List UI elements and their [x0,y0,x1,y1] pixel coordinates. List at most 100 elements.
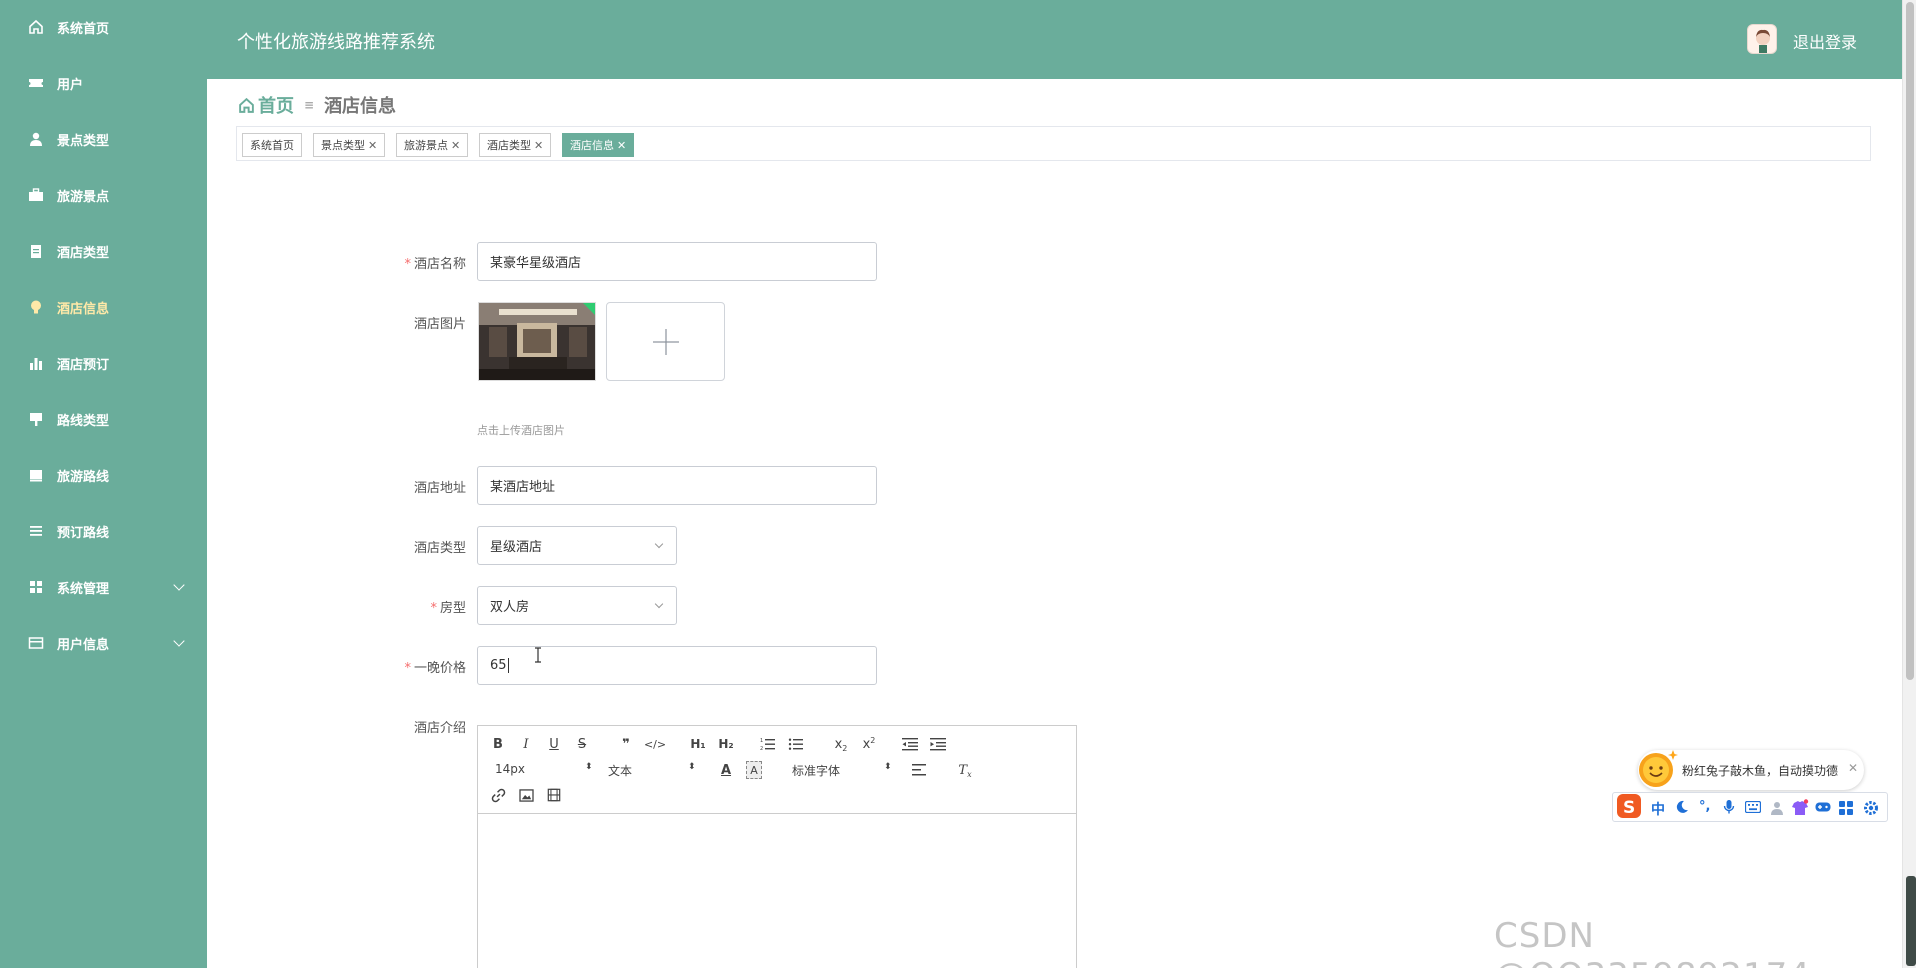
bullet-list-icon[interactable] [788,736,804,752]
underline-icon[interactable]: U [546,736,562,752]
briefcase-icon [28,187,44,203]
ibeam-cursor-icon [535,647,541,663]
sidebar-item-hotel-info[interactable]: 酒店信息 [0,287,207,327]
logout-link[interactable]: 退出登录 [1793,29,1857,53]
sun-mascot-icon [1634,748,1678,796]
keyboard-icon[interactable] [1744,800,1762,817]
sidebar-item-label: 酒店类型 [57,245,110,261]
hotel-name-input[interactable]: 某豪华星级酒店 [477,242,877,281]
hotel-address-label: 酒店地址 [413,481,466,496]
breadcrumb-home-label: 首页 [258,96,294,117]
sogou-logo-icon[interactable]: S [1615,791,1645,825]
bulb-icon [28,299,44,315]
breadcrumb: 首页 ≡ 酒店信息 [238,92,396,118]
chevron-down-icon [654,539,664,549]
apps-grid-icon[interactable] [1839,801,1853,819]
svg-text:2: 2 [760,746,763,751]
tab-label: 系统首页 [250,139,294,152]
background-color-icon[interactable]: A [746,761,762,779]
user-icon[interactable] [1769,800,1785,820]
block-type-select[interactable]: 文本 ⬍ [608,762,696,778]
sidebar-item-label: 路线类型 [57,413,110,429]
close-icon[interactable]: ✕ [534,139,543,152]
gear-icon[interactable] [1863,800,1879,820]
blockquote-icon[interactable]: ❞ [618,736,634,752]
outdent-icon[interactable] [902,736,918,752]
tab-scenic-spot[interactable]: 旅游景点 ✕ [396,133,469,157]
hotel-type-select[interactable]: 星级酒店 [477,526,677,565]
scrollbar-thumb[interactable] [1906,2,1914,680]
indent-icon[interactable] [930,736,946,752]
close-icon[interactable]: ✕ [617,139,626,152]
page-scrollbar[interactable] [1902,0,1916,968]
bold-icon[interactable]: B [490,736,506,752]
heading-1-icon[interactable]: H₁ [688,736,708,752]
image-icon[interactable] [518,787,534,803]
editor-content-area[interactable] [478,814,1076,968]
close-icon[interactable]: ✕ [451,139,460,152]
sidebar-item-route-type[interactable]: 路线类型 [0,399,207,439]
drawer-icon [28,467,44,483]
breadcrumb-home[interactable]: 首页 [238,92,294,118]
card-icon [28,635,44,651]
avatar[interactable] [1747,24,1777,54]
top-header: 个性化旅游线路推荐系统 退出登录 [207,0,1902,79]
ime-language-toggle[interactable]: 中 [1651,799,1665,819]
strikethrough-icon[interactable]: S [574,736,590,752]
tab-scenic-type[interactable]: 景点类型 ✕ [313,133,386,157]
sidebar-item-system-admin[interactable]: 系统管理 [0,567,207,607]
updown-icon: ⬍ [585,762,593,772]
subscript-icon[interactable]: x2 [832,736,850,753]
heading-2-icon[interactable]: H₂ [716,736,736,752]
clear-format-icon[interactable]: Tx [956,761,974,779]
tab-system-home[interactable]: 系统首页 [242,133,302,157]
sidebar-item-scenic-spot[interactable]: 旅游景点 [0,175,207,215]
hotel-image-thumbnail[interactable] [478,302,596,381]
font-family-select[interactable]: 标准字体 ⬍ [792,762,892,778]
sidebar-item-system-home[interactable]: 系统首页 [0,7,207,47]
grid-icon [28,579,44,595]
close-icon[interactable]: ✕ [1848,761,1858,775]
sidebar-item-travel-route[interactable]: 旅游路线 [0,455,207,495]
font-color-icon[interactable]: A [718,761,734,779]
font-size-select[interactable]: 14px ⬍ [495,762,593,778]
user-icon [28,131,44,147]
sidebar-item-user[interactable]: 用户 [0,63,207,103]
chevron-down-icon [654,599,664,609]
sidebar-item-scenic-type[interactable]: 景点类型 [0,119,207,159]
punctuation-icon[interactable]: °, [1699,799,1710,814]
italic-icon[interactable]: I [518,736,534,752]
sidebar-item-hotel-type[interactable]: 酒店类型 [0,231,207,271]
skin-shirt-icon[interactable] [1791,799,1809,821]
updown-icon: ⬍ [688,762,696,772]
watermark: CSDN @QQ3359892174 [1494,916,1810,968]
tab-label: 酒店类型 [487,139,531,152]
link-icon[interactable] [490,787,506,803]
rich-text-editor[interactable]: B I U S ❞ </> H₁ H₂ 12 x2 x2 14px ⬍ 文本 ⬍… [477,725,1077,968]
superscript-icon[interactable]: x2 [860,736,878,752]
room-type-select[interactable]: 双人房 [477,586,677,625]
video-icon[interactable] [546,787,562,803]
tab-hotel-type[interactable]: 酒店类型 ✕ [479,133,552,157]
gamepad-icon[interactable] [1815,801,1831,817]
sidebar-item-label: 酒店预订 [57,357,110,373]
price-label: * 一晚价格 [404,661,466,676]
room-type-value: 双人房 [490,600,530,615]
ordered-list-icon[interactable]: 12 [760,736,776,752]
sidebar-item-label: 用户 [57,77,84,93]
sidebar-item-user-info[interactable]: 用户信息 [0,623,207,663]
image-upload-button[interactable] [606,302,725,381]
align-left-icon[interactable] [912,762,928,778]
code-block-icon[interactable]: </> [644,736,666,752]
breadcrumb-current: 酒店信息 [324,96,397,117]
moon-icon[interactable] [1675,800,1689,818]
price-value: 65 [490,658,507,673]
sidebar: 系统首页 用户 景点类型 旅游景点 酒店类型 酒店信息 酒店预订 路线类型 旅游… [0,0,207,968]
tab-label: 酒店信息 [570,139,614,152]
close-icon[interactable]: ✕ [368,139,377,152]
microphone-icon[interactable] [1723,799,1735,819]
hotel-address-input[interactable]: 某酒店地址 [477,466,877,505]
sidebar-item-booked-route[interactable]: 预订路线 [0,511,207,551]
tab-hotel-info[interactable]: 酒店信息 ✕ [562,133,635,157]
sidebar-item-hotel-booking[interactable]: 酒店预订 [0,343,207,383]
